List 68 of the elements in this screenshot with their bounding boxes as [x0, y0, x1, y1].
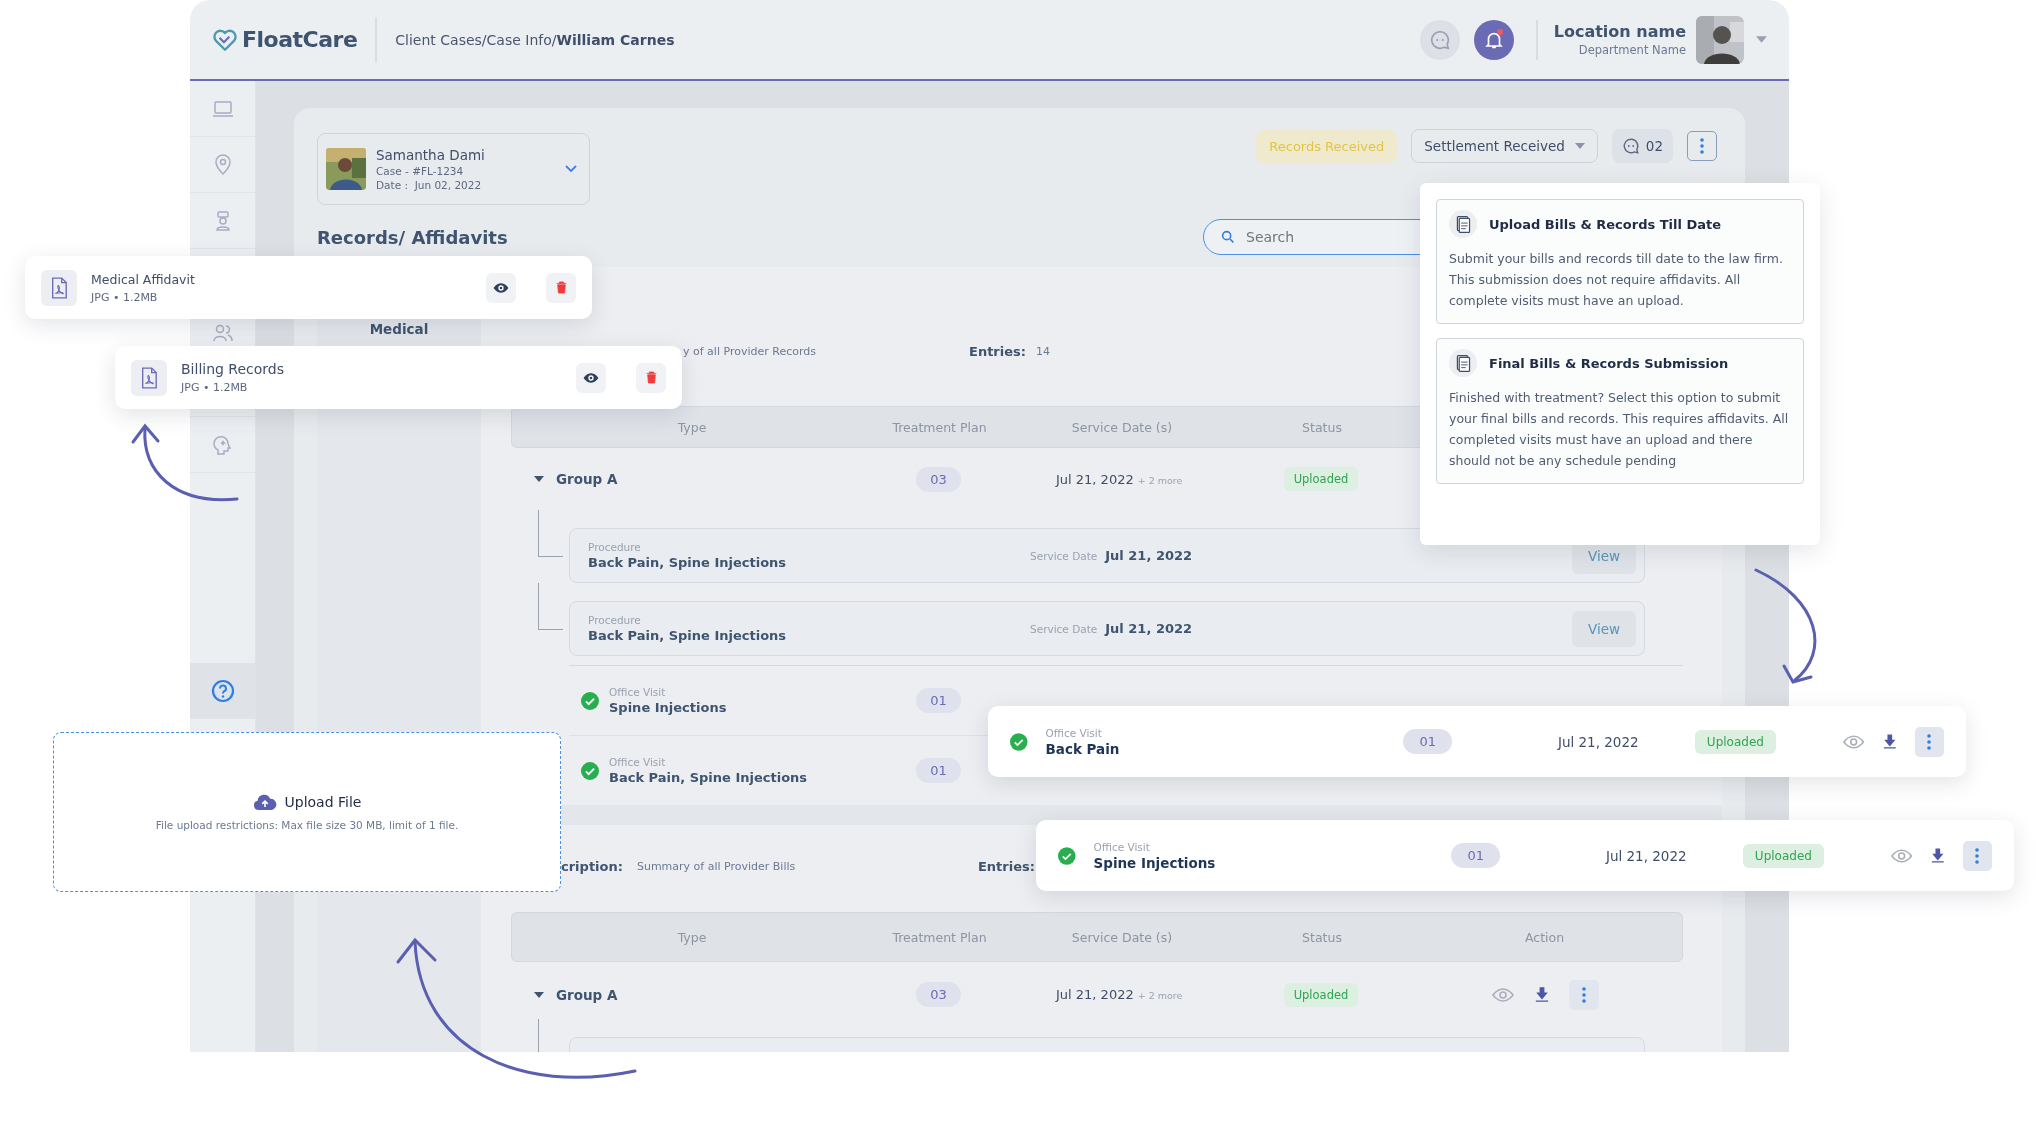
upload-restrictions: File upload restrictions: Max file size 30 MB, limit of 1 file.: [155, 818, 459, 831]
plan-count: 01: [916, 688, 961, 713]
service-date: Jul 21, 2022: [1105, 548, 1193, 563]
option-description: Submit your bills and records till date to the law firm. This submission does not require affidavits. All complete visits must have an upload.: [1449, 250, 1784, 310]
procedure-name: Back Pain, Spine Injections: [588, 628, 788, 643]
plan-count: 01: [916, 758, 961, 783]
service-date: Jul 21, 2022: [1105, 621, 1193, 636]
visit-name: Spine Injections: [609, 700, 727, 715]
more-dates: + 2 more: [1137, 474, 1183, 486]
plan-count: 03: [916, 466, 961, 492]
visit-name: Back Pain, Spine Injections: [609, 770, 808, 785]
section-title: Records/ Affidavits: [317, 226, 508, 248]
service-date: Jul 21, 2022: [1056, 471, 1134, 487]
location-name: Location name: [1553, 22, 1686, 41]
group-name: Group A: [556, 471, 618, 487]
column-header: Action: [1523, 929, 1566, 945]
logo-text: FloatCare: [242, 27, 358, 52]
file-meta: JPG • 1.2MB: [181, 381, 249, 394]
column-header: Type: [676, 929, 708, 945]
file-name: Medical Affidavit: [91, 271, 196, 287]
option-title: Upload Bills & Records Till Date: [1489, 216, 1722, 232]
procedure-name: Back Pain, Spine Injections: [588, 555, 788, 570]
service-date: Jul 21, 2022: [1557, 733, 1640, 750]
column-header: Treatment Plan: [891, 929, 988, 945]
status-badge: Uploaded: [1694, 729, 1776, 754]
breadcrumb: Client Cases/Case Info/William Carnes: [395, 31, 675, 48]
visit-name: Spine Injections: [1093, 854, 1217, 871]
file-name: Billing Records: [181, 361, 286, 377]
upload-title: Upload File: [284, 794, 362, 810]
column-header: Status: [1301, 419, 1343, 435]
case-date: Date : Jun 02, 2022: [376, 179, 483, 191]
row-label: Office Visit: [1045, 726, 1103, 739]
client-name: Samantha Dami: [376, 147, 486, 163]
plan-count: 01: [1403, 729, 1452, 754]
column-header: Service Date (s): [1070, 419, 1174, 435]
description-text: Summary of all Provider Bills: [636, 859, 797, 873]
entries-label: Entries:: [977, 858, 1035, 874]
more-dates: + 2 more: [1137, 990, 1183, 1001]
option-description: Finished with treatment? Select this option to submit your final bills and records. This requires affidavits. All completed visits must have an upload and there should not be any schedule pending: [1449, 389, 1790, 470]
group-name: Group A: [556, 986, 618, 1003]
case-number: Case - #FL-1234: [376, 165, 465, 177]
option-title: Final Bills & Records Submission: [1489, 355, 1729, 371]
plan-count: 03: [916, 982, 961, 1007]
column-header: Treatment Plan: [891, 419, 988, 435]
column-header: Type: [676, 419, 708, 435]
description-text: y of all Provider Records: [683, 345, 817, 358]
row-label: Office Visit: [609, 756, 667, 768]
status-badge: Uploaded: [1742, 843, 1824, 868]
entries-count: 14: [1036, 345, 1050, 358]
column-header: Status: [1301, 929, 1343, 945]
entries-label: Entries:: [969, 344, 1026, 359]
row-label: Office Visit: [609, 686, 667, 698]
file-meta: JPG • 1.2MB: [91, 290, 159, 304]
service-date-label: Service Date: [1030, 549, 1098, 562]
plan-count: 01: [1451, 843, 1500, 868]
service-date: Jul 21, 2022: [1056, 987, 1134, 1002]
service-date-label: Service Date: [1030, 622, 1098, 635]
status-badge: Records Received: [1256, 129, 1398, 163]
department-name: Department Name: [1578, 43, 1686, 57]
description-label: cription:: [561, 858, 623, 874]
row-label: Procedure: [588, 614, 642, 626]
row-label: Office Visit: [1093, 840, 1151, 853]
column-header: Service Date (s): [1070, 929, 1174, 945]
visit-name: Back Pain: [1045, 740, 1121, 757]
service-date: Jul 21, 2022: [1605, 847, 1688, 864]
status-badge: Uploaded: [1283, 467, 1359, 491]
status-badge: Uploaded: [1283, 982, 1359, 1007]
row-label: Procedure: [588, 541, 642, 553]
